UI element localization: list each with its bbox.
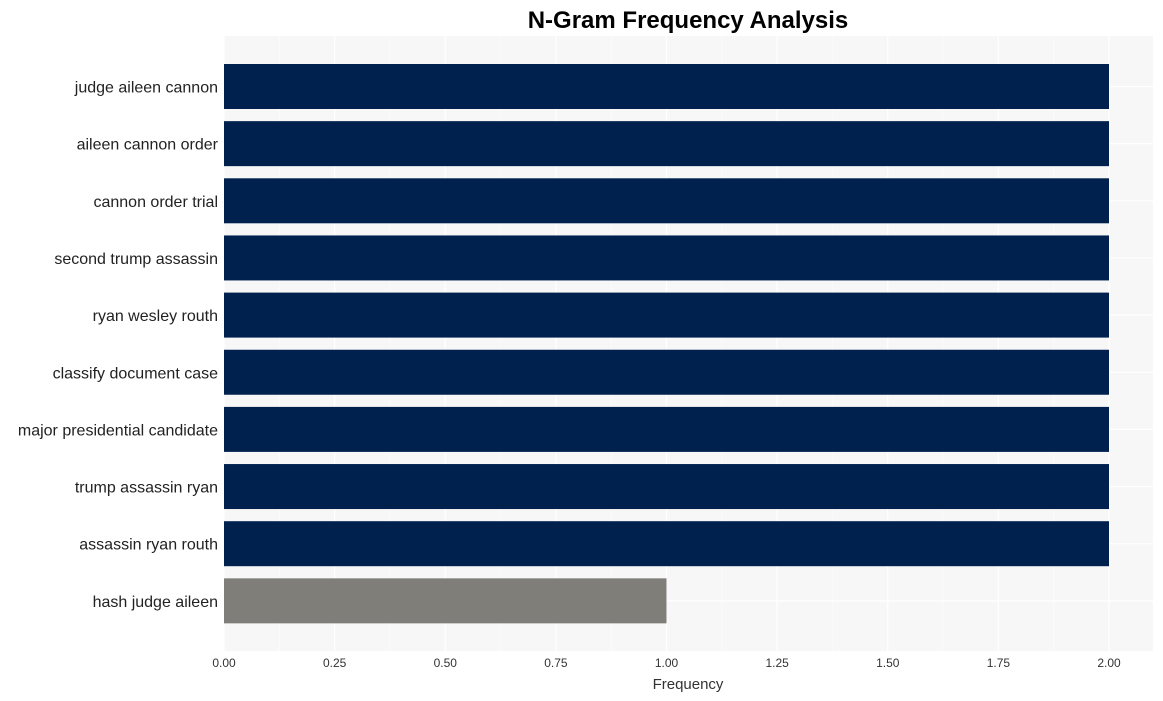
y-tick-label: cannon order trial (93, 194, 218, 211)
y-tick-label: aileen cannon order (77, 137, 219, 154)
y-tick-label: hash judge aileen (93, 594, 218, 611)
bar (224, 406, 1109, 452)
y-tick-label: trump assassin ryan (75, 480, 218, 497)
x-tick-label: 1.75 (987, 656, 1011, 670)
x-tick-label: 1.50 (876, 656, 900, 670)
x-axis-label: Frequency (653, 676, 724, 693)
bar (224, 292, 1109, 338)
chart: judge aileen cannon aileen cannon order ca… (18, 7, 1153, 693)
bar (224, 235, 1109, 281)
bar (224, 64, 1109, 109)
x-tick-label: 2.00 (1097, 656, 1121, 670)
chart-title: N-Gram Frequency Analysis (528, 7, 849, 34)
y-tick-label: judge aileen cannon (74, 80, 218, 97)
bar (224, 578, 667, 624)
x-tick-label: 1.25 (765, 656, 789, 670)
bar (224, 178, 1109, 224)
x-tick-label: 0.00 (212, 656, 236, 670)
y-tick-label: ryan wesley routh (93, 308, 218, 325)
x-axis-ticks: 0.00 0.25 0.50 0.75 1.00 1.25 1.50 1.75 2.00 (212, 656, 1121, 670)
bar (224, 121, 1109, 167)
x-tick-label: 0.25 (323, 656, 347, 670)
y-tick-label: classify document case (53, 365, 219, 382)
x-tick-label: 0.75 (544, 656, 568, 670)
y-tick-label: assassin ryan routh (79, 537, 218, 554)
x-tick-label: 0.50 (434, 656, 458, 670)
y-tick-label: second trump assassin (54, 251, 218, 268)
y-tick-label: major presidential candidate (18, 422, 218, 439)
y-axis-labels: judge aileen cannon aileen cannon order ca… (18, 80, 219, 611)
bar (224, 349, 1109, 395)
bar (224, 521, 1109, 567)
bar (224, 464, 1109, 510)
x-tick-label: 1.00 (655, 656, 679, 670)
